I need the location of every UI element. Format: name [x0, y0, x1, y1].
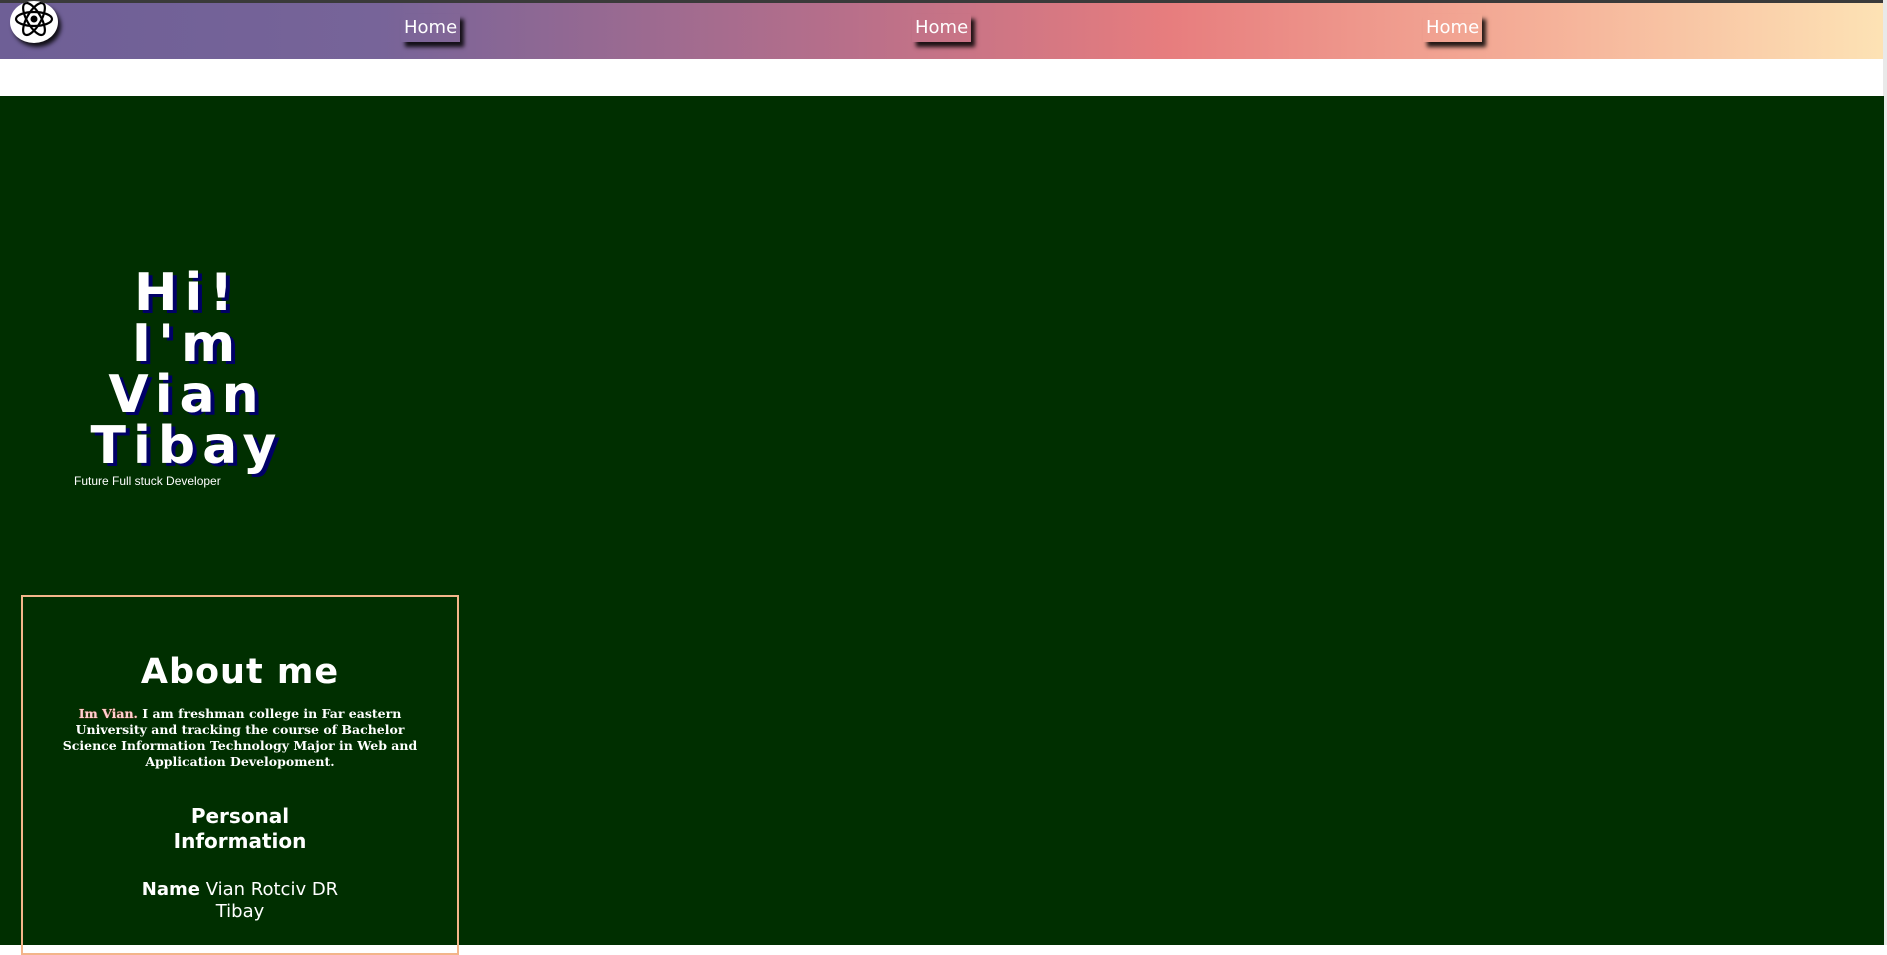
hero-heading: Hi! I'm Vian Tibay: [0, 263, 374, 476]
nav-home-link-1[interactable]: Home: [401, 14, 460, 42]
hero-line-first-name: Vian: [108, 365, 266, 425]
nav-home-link-2[interactable]: Home: [912, 14, 971, 42]
about-title: About me: [140, 652, 340, 692]
personal-info-title: Personal Information: [173, 804, 307, 853]
hero-line-hi: Hi!: [133, 263, 241, 323]
intro-highlight: Im Vian.: [78, 706, 138, 721]
name-value: Vian Rotciv DR Tibay: [205, 879, 339, 922]
atom-icon[interactable]: [10, 1, 58, 43]
about-me-card: About me Im Vian. I am freshman college …: [21, 595, 459, 955]
hero-tagline: Future Full stuck Developer: [74, 474, 221, 488]
personal-info-name: Name Vian Rotciv DR Tibay: [130, 879, 350, 923]
hero-line-last-name: Tibay: [90, 416, 284, 476]
about-description: Im Vian. I am freshman college in Far ea…: [55, 706, 425, 770]
top-navbar: Home Home Home: [0, 1, 1887, 59]
nav-home-link-3[interactable]: Home: [1423, 14, 1482, 42]
hero-line-im: I'm: [131, 314, 243, 374]
name-label: Name: [141, 879, 200, 900]
